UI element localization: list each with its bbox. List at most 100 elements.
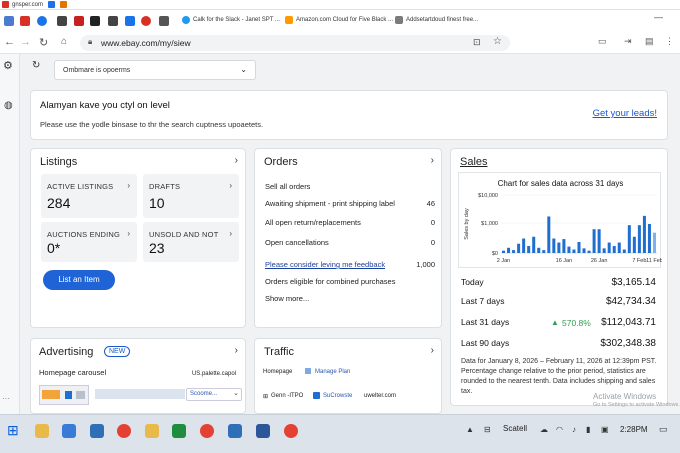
feedback-link[interactable]: Please consider leving me feedback <box>265 260 385 269</box>
chrome-pinned-icon[interactable] <box>284 424 298 438</box>
chevron-down-icon: ⌄ <box>240 65 247 74</box>
orders-card: Orders › Sell all orders Awaiting shipme… <box>254 148 442 328</box>
reload-icon[interactable]: ↻ <box>39 36 48 49</box>
tab-label: Amazon.com Cloud for Five Black ... <box>296 17 394 23</box>
excel-icon[interactable] <box>172 424 186 438</box>
windows-start-icon[interactable]: ⊞ <box>7 422 19 439</box>
tile-auctions-ending[interactable]: AUCTIONS ENDING 0* › <box>41 222 137 262</box>
taskbar-search-label[interactable]: Scatell <box>503 424 527 433</box>
filter-selected-value: Ombmare is opoerms <box>63 67 131 74</box>
store-icon[interactable] <box>62 424 76 438</box>
pinned-tab-icon[interactable] <box>4 16 14 26</box>
chrome-icon[interactable] <box>117 424 131 438</box>
folder-icon[interactable] <box>145 424 159 438</box>
pinned-tab-icon[interactable] <box>37 16 47 26</box>
y-axis-label: Sales by day <box>464 208 470 240</box>
address-bar[interactable]: 🔒︎ www.ebay.com/my/siew ⊡ ☆ <box>80 35 510 51</box>
pinned-tab-icon[interactable] <box>108 16 118 26</box>
carousel-tag: US.palette.capol <box>191 371 236 377</box>
tile-label: DRAFTS <box>149 182 181 191</box>
wifi-icon[interactable]: ◠ <box>556 425 563 434</box>
carousel-placeholder-bar <box>95 389 185 399</box>
reading-list-icon[interactable]: ▭ <box>598 36 607 47</box>
pinned-tab-icon[interactable] <box>141 16 151 26</box>
bar <box>507 247 511 253</box>
chevron-right-icon[interactable]: › <box>431 345 434 356</box>
bookmark-star-icon[interactable]: ☆ <box>493 36 502 47</box>
tile-unsold[interactable]: UNSOLD AND NOT 23 › <box>143 222 239 262</box>
order-row[interactable]: Open cancellations 0 <box>265 238 435 247</box>
pinned-tab-icon[interactable] <box>159 16 169 26</box>
pinned-tab-icon[interactable] <box>20 16 30 26</box>
listings-card: Listings › ACTIVE LISTINGS 284 › DRAFTS … <box>30 148 246 328</box>
order-row[interactable]: Awaiting shipment - print shipping label… <box>265 199 435 208</box>
language-icon[interactable]: ▣ <box>601 425 609 434</box>
carousel-select[interactable]: Scoome... ⌄ <box>186 388 242 401</box>
x-tick-label: 16 Jan <box>556 258 573 264</box>
battery-icon[interactable]: ▮ <box>586 425 590 434</box>
list-an-item-button[interactable]: List an Item <box>43 270 115 290</box>
order-row-label: Awaiting shipment - print shipping label <box>265 199 395 208</box>
onedrive-icon[interactable]: ☁ <box>540 425 548 434</box>
network-icon[interactable]: ⊟ <box>484 425 491 434</box>
tab-slack[interactable]: Calk for the Slack - Janet SPT ... <box>182 16 280 24</box>
pinned-tab-icon[interactable] <box>125 16 135 26</box>
manage-plan-link[interactable]: Manage Plan <box>315 369 350 375</box>
get-leads-link[interactable]: Get your leads! <box>593 108 657 119</box>
clock-time[interactable]: 2:28PM <box>620 425 648 434</box>
share-icon[interactable]: ⇥ <box>624 36 632 47</box>
advertising-card: Advertising NEW › Homepage carousel US.p… <box>30 338 246 414</box>
bar <box>627 225 631 253</box>
tile-drafts[interactable]: DRAFTS 10 › <box>143 174 239 218</box>
notifications-icon[interactable]: ▭ <box>659 424 668 435</box>
bookmark-item[interactable] <box>60 1 67 8</box>
tile-active-listings[interactable]: ACTIVE LISTINGS 284 › <box>41 174 137 218</box>
pinned-tab-icon[interactable] <box>57 16 67 26</box>
carousel-thumbnail[interactable] <box>39 385 89 405</box>
home-icon[interactable]: ⌂ <box>61 36 67 47</box>
mail-icon[interactable] <box>228 424 242 438</box>
word-icon[interactable] <box>256 424 270 438</box>
window-controls-icon[interactable]: — <box>654 12 663 22</box>
traffic-title: Traffic <box>264 346 294 358</box>
tray-up-icon[interactable]: ▲ <box>466 425 474 434</box>
forward-arrow-icon[interactable]: → <box>20 36 31 48</box>
alert-body: Please use the yodle binsase to thr the … <box>40 120 264 129</box>
volume-icon[interactable]: ♪ <box>572 425 576 434</box>
x-tick-label: 7 Feb <box>632 258 646 264</box>
bar <box>527 246 531 253</box>
chevron-right-icon[interactable]: › <box>235 345 238 356</box>
order-row[interactable]: Sell all orders <box>265 182 435 191</box>
bookmark-item[interactable]: gnsper.com <box>2 1 43 8</box>
file-explorer-icon[interactable] <box>35 424 49 438</box>
back-arrow-icon[interactable]: ← <box>4 36 15 48</box>
menu-icon[interactable]: ⋮ <box>665 36 674 47</box>
checkbox-checked-icon[interactable] <box>313 392 320 399</box>
chevron-right-icon[interactable]: › <box>431 155 434 166</box>
photos-icon[interactable] <box>90 424 104 438</box>
chrome-profile-icon[interactable] <box>200 424 214 438</box>
refresh-icon[interactable]: ↻ <box>32 60 40 71</box>
view-filter-select[interactable]: Ombmare is opoerms ⌄ <box>54 60 256 80</box>
sales-row-label: Last 31 days <box>461 317 510 327</box>
show-more-link[interactable]: Show more... <box>265 294 435 303</box>
sales-row-label: Today <box>461 277 484 287</box>
orders-title: Orders <box>264 156 298 168</box>
bookmark-item[interactable] <box>48 1 55 8</box>
chevron-right-icon: › <box>127 181 130 190</box>
install-app-icon[interactable]: ⊡ <box>473 37 481 48</box>
chevron-right-icon[interactable]: › <box>235 155 238 166</box>
extensions-icon[interactable]: ▤ <box>645 36 654 47</box>
order-row[interactable]: Please consider leving me feedback 1,000 <box>265 260 435 269</box>
more-dots-icon[interactable]: ··· <box>2 394 10 403</box>
tab-addsetart[interactable]: Addsetartdoud finest free... <box>395 16 478 24</box>
globe-icon[interactable]: ◍ <box>4 100 13 111</box>
pinned-tab-icon[interactable] <box>74 16 84 26</box>
tab-amazon[interactable]: Amazon.com Cloud for Five Black ... <box>285 16 393 24</box>
traffic-card: Traffic › Homepage Manage Plan ⊞ Genn -I… <box>254 338 442 414</box>
settings-gear-icon[interactable]: ⚙ <box>3 59 13 72</box>
order-row[interactable]: All open return/replacements 0 <box>265 218 435 227</box>
pinned-tab-icon[interactable] <box>90 16 100 26</box>
order-row[interactable]: Orders eligible for combined purchases <box>265 277 435 286</box>
sales-title[interactable]: Sales <box>460 156 488 168</box>
